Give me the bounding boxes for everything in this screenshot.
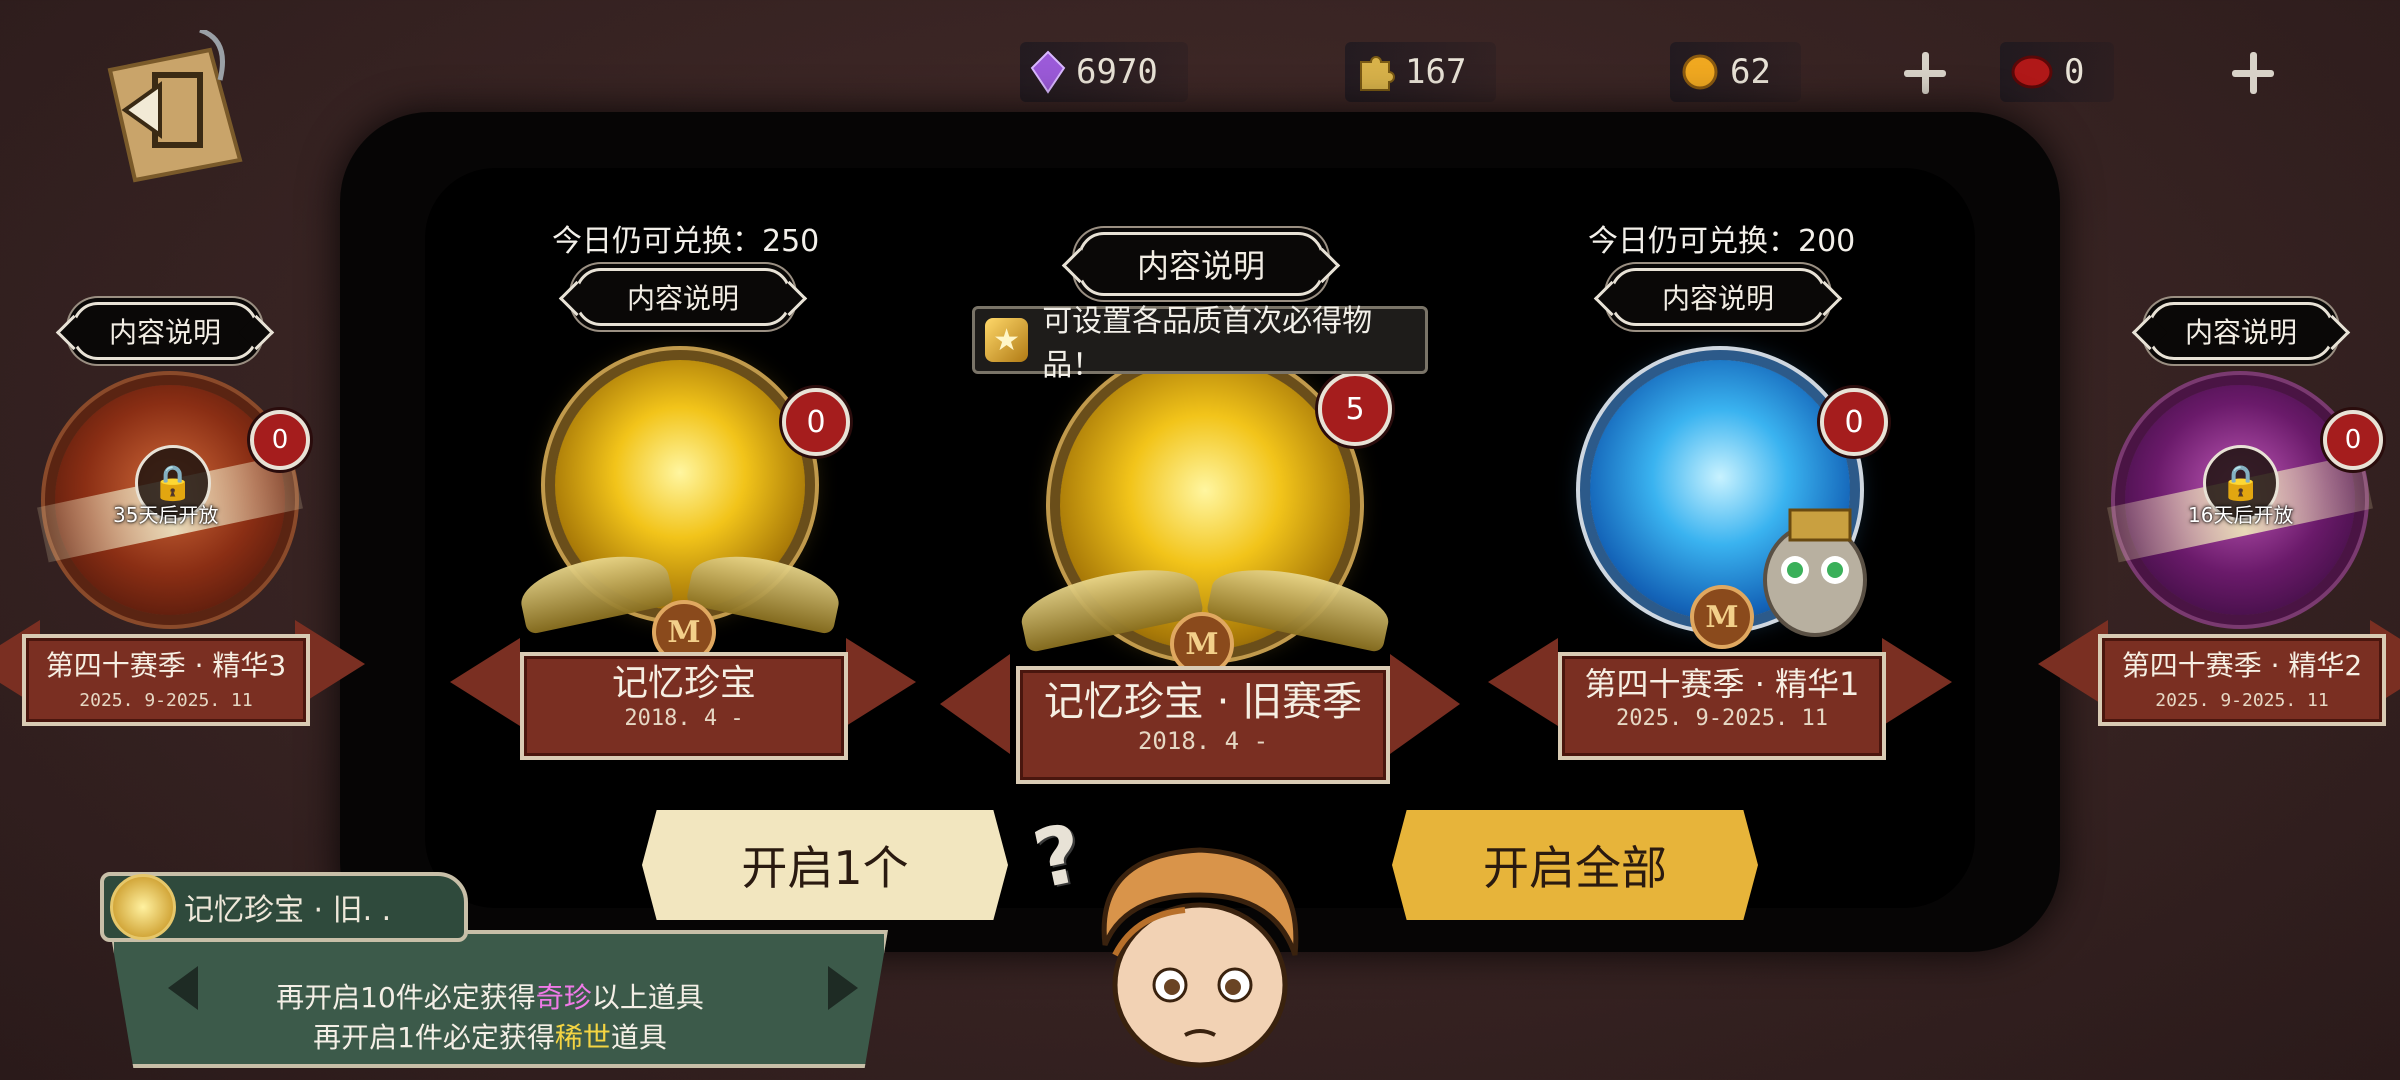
- card-dates: 2025. 9-2025. 11: [2155, 690, 2329, 711]
- card-title: 第四十赛季 · 精华2: [2121, 649, 2363, 682]
- banner-tail-left: [450, 638, 520, 726]
- currency-crystal: 6970: [1020, 42, 1188, 102]
- rarity-legendary: 稀世: [554, 1021, 611, 1054]
- memory-treasure-icon: [110, 874, 176, 940]
- crystal-count: 6970: [1076, 52, 1158, 92]
- rarity-rare: 奇珍: [535, 981, 592, 1014]
- card-dates: 2018. 4 -: [1137, 727, 1269, 755]
- content-desc-button[interactable]: 内容说明: [575, 268, 791, 326]
- currency-coin: 62: [1670, 42, 1801, 102]
- guarantee-text: 道具: [610, 1021, 667, 1054]
- character-avatar[interactable]: [1075, 835, 1325, 1080]
- content-desc-button[interactable]: 内容说明: [1610, 268, 1826, 326]
- card-title: 第四十赛季 · 精华1: [1584, 665, 1860, 703]
- banner-tail-right: [1390, 654, 1460, 754]
- seal-count: 0: [2064, 52, 2085, 92]
- banner-tail-left: [1488, 638, 1558, 726]
- exit-door-icon: [107, 27, 243, 183]
- banner-tail-left: [940, 654, 1010, 754]
- logo-emblem-icon: M: [1690, 585, 1754, 649]
- gold-coin-icon: [1682, 54, 1718, 90]
- next-arrow-icon[interactable]: [828, 966, 858, 1010]
- banner-tail-right: [1882, 638, 1952, 726]
- card-title: 记忆珍宝 · 旧赛季: [1043, 679, 1363, 725]
- red-seal-icon: [2011, 55, 2053, 89]
- puzzle-count: 167: [1405, 52, 1467, 92]
- card-banner: 记忆珍宝 · 旧赛季 2018. 4 -: [1016, 666, 1390, 784]
- tooltip: ★ 可设置各品质首次必得物品！: [972, 304, 1428, 383]
- puzzle-piece-icon: [1360, 56, 1395, 91]
- card-title: 记忆珍宝: [611, 663, 756, 704]
- currency-seal: 0: [2000, 42, 2115, 102]
- add-seal-button[interactable]: [2228, 48, 2278, 98]
- banner-tail-right: [846, 638, 916, 726]
- unlock-countdown: 35天后开放: [113, 503, 219, 527]
- owl-mascot-icon: [1763, 508, 1867, 637]
- card-banner: 记忆珍宝 2018. 4 -: [520, 652, 848, 760]
- card-banner: 第四十赛季 · 精华2 2025. 9-2025. 11: [2098, 634, 2386, 726]
- count-badge: 0: [782, 388, 850, 456]
- count-badge: 0: [2323, 410, 2383, 470]
- add-coin-button[interactable]: [1900, 48, 1950, 98]
- guarantee-line-1: 再开启10件必定获得奇珍以上道具: [170, 976, 810, 1016]
- count-badge: 0: [1820, 388, 1888, 456]
- count-badge: 0: [250, 410, 310, 470]
- card-dates: 2025. 9-2025. 11: [1616, 706, 1828, 731]
- guarantee-line-2: 再开启1件必定获得稀世道具: [170, 1016, 810, 1056]
- card-banner: 第四十赛季 · 精华3 2025. 9-2025. 11: [22, 634, 310, 726]
- card-dates: 2018. 4 -: [624, 706, 744, 731]
- daily-quota: 今日仍可兑换：250: [552, 224, 820, 259]
- open-all-button[interactable]: 开启全部: [1392, 810, 1758, 920]
- tooltip-text: 可设置各品质首次必得物品！: [1042, 304, 1373, 383]
- card-title: 第四十赛季 · 精华3: [45, 649, 287, 682]
- star-icon: ★: [985, 318, 1029, 362]
- card-banner: 第四十赛季 · 精华1 2025. 9-2025. 11: [1558, 652, 1886, 760]
- content-desc-button[interactable]: 内容说明: [1078, 232, 1324, 296]
- coin-count: 62: [1730, 52, 1771, 92]
- content-desc-button[interactable]: 内容说明: [72, 302, 258, 360]
- daily-quota: 今日仍可兑换：200: [1588, 224, 1856, 259]
- card-dates: 2025. 9-2025. 11: [79, 690, 253, 711]
- guarantee-text: 再开启10件必定获得: [276, 981, 536, 1014]
- selected-item-header: 记忆珍宝 · 旧. .: [100, 872, 468, 942]
- purple-crystal-icon: [1030, 50, 1066, 94]
- open-one-button[interactable]: 开启1个: [642, 810, 1008, 920]
- content-desc-button[interactable]: 内容说明: [2148, 302, 2334, 360]
- currency-puzzle: 167: [1345, 42, 1497, 102]
- back-button[interactable]: [100, 27, 250, 190]
- selected-item-title: 记忆珍宝 · 旧. .: [184, 893, 392, 928]
- guarantee-text: 再开启1件必定获得: [313, 1021, 555, 1054]
- unlock-countdown: 16天后开放: [2188, 503, 2294, 527]
- guarantee-text: 以上道具: [591, 981, 704, 1014]
